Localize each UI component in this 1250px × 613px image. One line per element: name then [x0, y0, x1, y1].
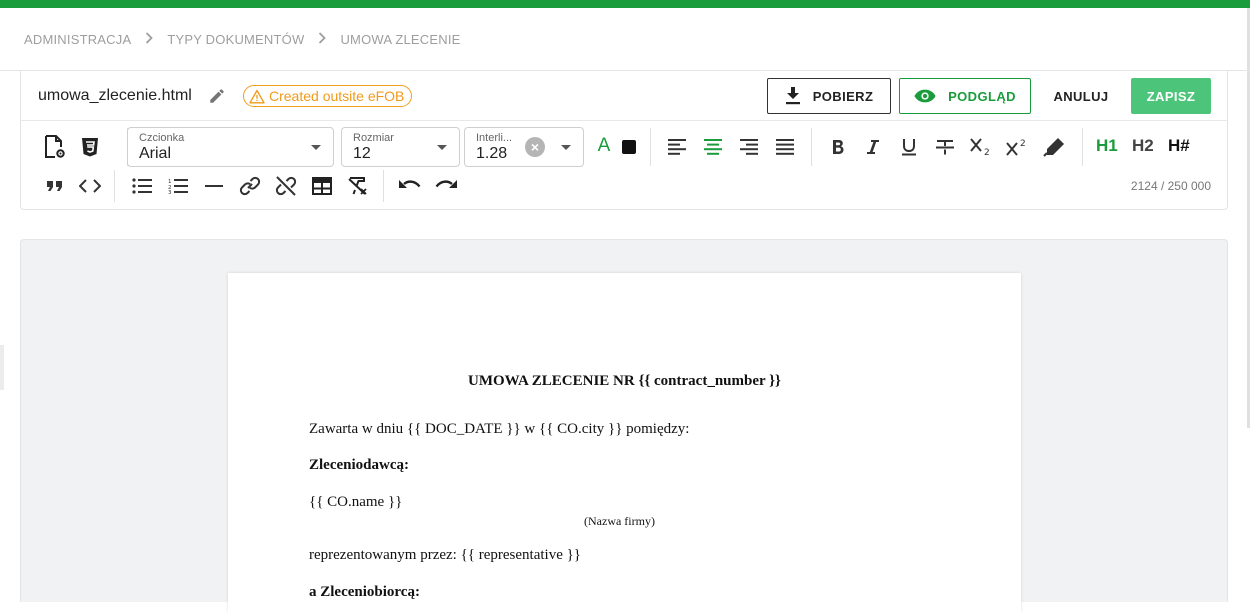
breadcrumb-item-administration[interactable]: ADMINISTRACJA [24, 32, 131, 47]
download-button-label: POBIERZ [812, 88, 874, 104]
underline-icon[interactable] [896, 134, 922, 160]
clear-icon[interactable]: × [525, 137, 545, 157]
heading-2-button[interactable]: H2 [1132, 136, 1154, 156]
document-workspace[interactable]: UMOWA ZLECENIE NR {{ contract_number }} … [20, 239, 1228, 613]
toolbar-separator [1082, 128, 1083, 166]
code-icon[interactable] [77, 173, 103, 199]
document-title: UMOWA ZLECENIE NR {{ contract_number }} [468, 373, 781, 389]
document-settings-icon[interactable] [42, 134, 68, 160]
caret-down-icon [561, 145, 571, 150]
document-line-date: Zawarta w dniu {{ DOC_DATE }} w {{ CO.ci… [309, 421, 690, 437]
warning-badge: Created outsite eFOB [243, 85, 413, 107]
svg-text:2: 2 [984, 148, 990, 156]
clear-format-icon[interactable] [345, 173, 371, 199]
warning-badge-label: Created outsite eFOB [269, 88, 405, 104]
document-contractor-heading: a Zleceniobiorcą: [309, 584, 420, 600]
font-family-select[interactable]: Czcionka Arial [127, 127, 334, 167]
font-size-label: Rozmiar [353, 132, 394, 144]
editor-toolbar-card: umowa_zlecenie.html Created outsite eFOB… [20, 71, 1228, 210]
line-height-label: Interli... [476, 132, 513, 144]
subscript-icon[interactable]: 2 [968, 134, 994, 160]
css3-icon[interactable] [77, 134, 103, 160]
align-justify-icon[interactable] [772, 134, 798, 160]
font-family-value: Arial [139, 145, 172, 162]
font-size-select[interactable]: Rozmiar 12 [341, 127, 460, 167]
save-button[interactable]: ZAPISZ [1131, 78, 1211, 114]
preview-button[interactable]: PODGLĄD [899, 78, 1031, 114]
preview-button-label: PODGLĄD [948, 88, 1016, 104]
breadcrumb-item-document-types[interactable]: TYPY DOKUMENTÓW [167, 32, 304, 47]
download-button[interactable]: POBIERZ [767, 78, 891, 114]
breadcrumb: ADMINISTRACJA TYPY DOKUMENTÓW UMOWA ZLEC… [24, 31, 461, 47]
toolbar-separator [383, 170, 384, 202]
document-company-caption: (Nazwa firmy) [584, 514, 655, 528]
text-color-glyph: A [597, 135, 611, 156]
font-family-label: Czcionka [139, 132, 185, 144]
caret-down-icon [311, 145, 321, 150]
link-icon[interactable] [237, 173, 263, 199]
pencil-icon[interactable] [208, 87, 226, 105]
unlink-icon[interactable] [273, 173, 299, 199]
character-counter: 2124 / 250 000 [1130, 179, 1211, 193]
blockquote-icon[interactable] [42, 173, 68, 199]
toolbar-separator [811, 128, 812, 166]
text-color-icon[interactable]: A [591, 133, 617, 159]
download-icon [785, 87, 800, 105]
horizontal-rule-icon[interactable] [201, 173, 227, 199]
superscript-icon[interactable]: 2 [1004, 134, 1030, 160]
background-color-icon[interactable] [616, 134, 642, 160]
file-name: umowa_zlecenie.html [38, 87, 192, 104]
bold-icon[interactable] [825, 134, 851, 160]
heading-custom-button[interactable]: H# [1168, 136, 1190, 156]
toolbar-separator [114, 170, 115, 202]
italic-icon[interactable] [860, 134, 886, 160]
document-company-name: {{ CO.name }} [309, 494, 403, 510]
document-representative: reprezentowanym przez: {{ representative… [309, 547, 581, 563]
heading-1-button[interactable]: H1 [1096, 136, 1118, 156]
cancel-button[interactable]: ANULUJ [1043, 78, 1119, 114]
divider [21, 120, 1227, 121]
align-left-icon[interactable] [664, 134, 690, 160]
align-right-icon[interactable] [736, 134, 762, 160]
line-height-select[interactable]: Interli... 1.28 × [464, 127, 584, 167]
font-size-value: 12 [353, 145, 371, 162]
redo-icon[interactable] [433, 173, 459, 199]
line-height-value: 1.28 [476, 145, 508, 162]
svg-text:2: 2 [1020, 139, 1026, 149]
side-panel-edge [0, 345, 4, 390]
strikethrough-icon[interactable] [932, 134, 958, 160]
chevron-right-icon [145, 31, 154, 47]
table-icon[interactable] [309, 173, 335, 199]
toolbar-separator [650, 128, 651, 166]
document-page[interactable]: UMOWA ZLECENIE NR {{ contract_number }} … [228, 273, 1021, 613]
caret-down-icon [437, 145, 447, 150]
undo-icon[interactable] [397, 173, 423, 199]
warning-icon [249, 89, 265, 104]
bullet-list-icon[interactable] [129, 173, 155, 199]
eye-icon [914, 89, 936, 103]
align-center-icon[interactable] [700, 134, 726, 160]
svg-text:3: 3 [168, 190, 172, 194]
top-accent-bar [0, 0, 1250, 8]
chevron-right-icon [318, 31, 327, 47]
numbered-list-icon[interactable]: 123 [165, 173, 191, 199]
breadcrumb-item-current: UMOWA ZLECENIE [340, 31, 461, 47]
document-principal-heading: Zleceniodawcą: [309, 457, 409, 473]
highlighter-icon[interactable] [1041, 134, 1067, 160]
